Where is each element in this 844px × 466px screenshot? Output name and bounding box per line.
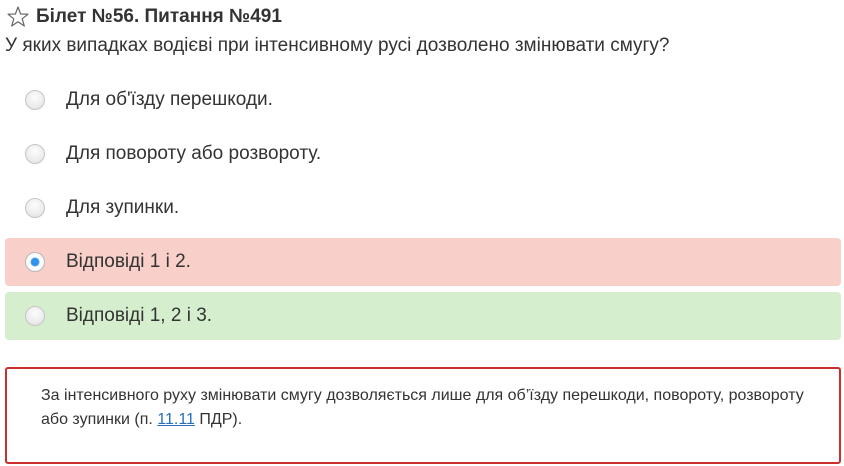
radio-button[interactable] (25, 198, 45, 218)
star-icon[interactable] (6, 5, 30, 29)
explanation-text-end: ПДР). (194, 411, 243, 428)
answer-option-4[interactable]: Відповіді 1 і 2. (5, 238, 841, 286)
answer-label: Для об'їзду перешкоди. (66, 89, 273, 110)
answer-option-1[interactable]: Для об'їзду перешкоди. (5, 76, 841, 124)
answer-option-5[interactable]: Відповіді 1, 2 і 3. (5, 292, 841, 340)
answer-label: Для зупинки. (66, 197, 180, 218)
page-title: Білет №56. Питання №491 (36, 6, 282, 27)
explanation-text: За інтенсивного руху змінювати смугу доз… (41, 387, 804, 428)
answer-label: Для повороту або розвороту. (66, 143, 322, 164)
radio-button[interactable] (25, 306, 45, 326)
explanation-box: За інтенсивного руху змінювати смугу доз… (5, 367, 841, 464)
radio-button[interactable] (25, 144, 45, 164)
question-header: Білет №56. Питання №491 (6, 5, 282, 29)
answer-option-3[interactable]: Для зупинки. (5, 184, 841, 232)
answer-list: Для об'їзду перешкоди. Для повороту або … (5, 76, 841, 346)
question-text: У яких випадках водієві при інтенсивному… (5, 35, 670, 56)
answer-label: Відповіді 1, 2 і 3. (66, 305, 213, 326)
answer-option-2[interactable]: Для повороту або розвороту. (5, 130, 841, 178)
rule-reference-link[interactable]: 11.11 (157, 411, 195, 428)
radio-button-selected[interactable] (25, 252, 45, 272)
radio-button[interactable] (25, 90, 45, 110)
answer-label: Відповіді 1 і 2. (66, 251, 191, 272)
